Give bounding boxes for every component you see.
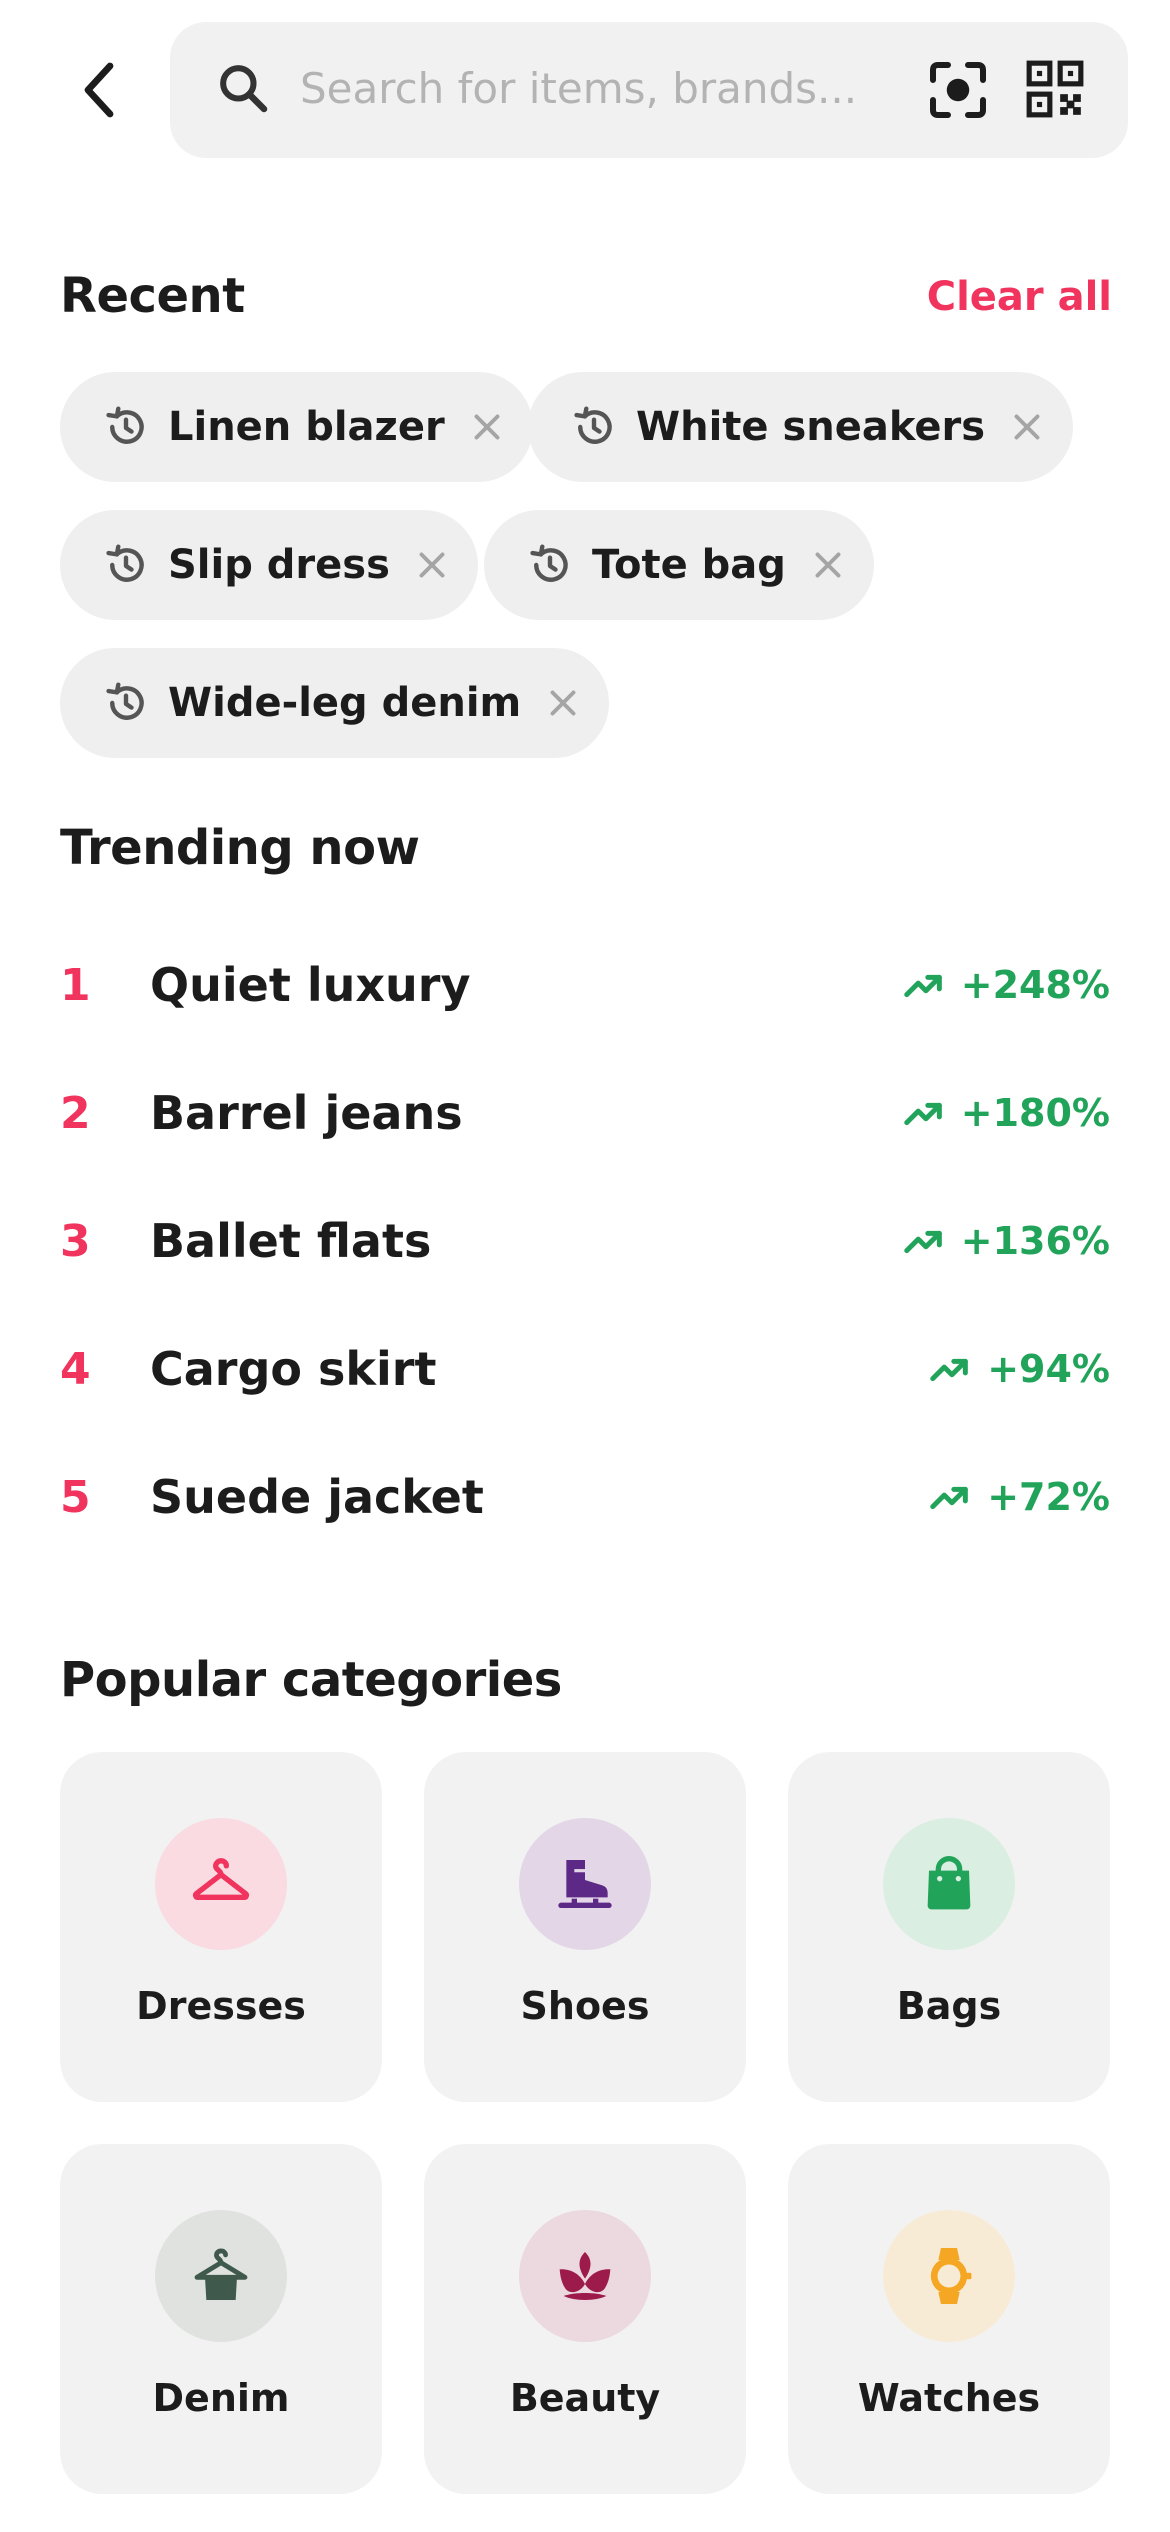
recent-chip-label: Linen blazer	[168, 404, 445, 450]
search-icon	[220, 65, 268, 113]
trending-up-icon	[904, 974, 942, 998]
trending-rank: 3	[60, 1215, 91, 1267]
recent-chip[interactable]: Tote bag	[484, 510, 874, 620]
trending-up-icon	[930, 1486, 969, 1510]
trending-name: Ballet flats	[150, 1214, 432, 1268]
category-icon-bg	[883, 2210, 1015, 2342]
trending-item[interactable]: 1 Quiet luxury +248%	[60, 930, 1110, 1040]
category-icon-bg	[155, 2210, 287, 2342]
trending-change: +136%	[901, 1218, 1110, 1264]
category-label: Denim	[152, 2376, 290, 2420]
category-icon-bg	[155, 1818, 287, 1950]
category-card-watches[interactable]: Watches	[788, 2144, 1110, 2494]
history-icon	[530, 544, 568, 582]
popular-categories-title: Popular categories	[60, 1652, 562, 1708]
trending-item[interactable]: 4 Cargo skirt +94%	[60, 1314, 1110, 1424]
category-label: Shoes	[520, 1984, 650, 2028]
category-card-dresses[interactable]: Dresses	[60, 1752, 382, 2102]
shopping-bag-icon	[927, 1855, 971, 1910]
close-icon[interactable]	[469, 409, 505, 445]
trending-rank: 1	[60, 959, 91, 1011]
trending-change-value: +136%	[960, 1219, 1110, 1263]
recent-chip-label: Tote bag	[592, 542, 786, 588]
recent-chip-label: White sneakers	[636, 404, 986, 450]
category-icon-bg	[519, 2210, 651, 2342]
history-icon	[106, 682, 144, 720]
hanger-icon	[192, 1858, 250, 1900]
recent-title: Recent	[60, 268, 245, 324]
recent-chip[interactable]: White sneakers	[528, 372, 1074, 482]
category-card-beauty[interactable]: Beauty	[424, 2144, 746, 2494]
trending-name: Cargo skirt	[150, 1342, 437, 1396]
trending-change-value: +72%	[987, 1475, 1110, 1519]
category-label: Beauty	[509, 2376, 661, 2420]
trending-up-icon	[904, 1102, 942, 1126]
back-button[interactable]	[60, 50, 140, 130]
category-icon-bg	[519, 1818, 651, 1950]
history-icon	[106, 406, 144, 444]
recent-chip[interactable]: Linen blazer	[60, 372, 533, 482]
trending-change-value: +94%	[987, 1347, 1110, 1391]
trending-item[interactable]: 2 Barrel jeans +180%	[60, 1058, 1110, 1168]
trending-rank: 2	[60, 1087, 91, 1139]
trending-up-icon	[930, 1358, 969, 1382]
trending-change-value: +248%	[960, 963, 1110, 1007]
trending-change: +248%	[901, 962, 1110, 1008]
close-icon[interactable]	[1009, 409, 1045, 445]
trending-change: +94%	[927, 1346, 1110, 1392]
category-card-shoes[interactable]: Shoes	[424, 1752, 746, 2102]
trending-change: +180%	[901, 1090, 1110, 1136]
trending-title: Trending now	[60, 820, 420, 876]
trending-rank: 4	[60, 1343, 91, 1395]
trending-name: Suede jacket	[150, 1470, 484, 1524]
close-icon[interactable]	[810, 547, 846, 583]
trending-change-value: +180%	[960, 1091, 1110, 1135]
qr-code-icon[interactable]	[1024, 58, 1086, 120]
camera-scan-icon[interactable]	[928, 60, 988, 120]
category-label: Watches	[857, 2376, 1041, 2420]
watch-icon	[930, 2248, 972, 2304]
recent-chip-label: Wide-leg denim	[168, 680, 522, 726]
lotus-icon	[559, 2252, 611, 2300]
trending-name: Quiet luxury	[150, 958, 471, 1012]
close-icon[interactable]	[545, 685, 581, 721]
clear-all-button[interactable]: Clear all	[927, 274, 1112, 320]
trending-change: +72%	[927, 1474, 1110, 1520]
search-input[interactable]	[300, 56, 860, 120]
category-label: Dresses	[136, 1984, 306, 2028]
category-icon-bg	[883, 1818, 1015, 1950]
trending-item[interactable]: 5 Suede jacket +72%	[60, 1442, 1110, 1552]
close-icon[interactable]	[414, 547, 450, 583]
trending-name: Barrel jeans	[150, 1086, 463, 1140]
history-icon	[106, 544, 144, 582]
boot-icon	[558, 1860, 612, 1908]
recent-chip-label: Slip dress	[168, 542, 390, 588]
category-card-denim[interactable]: Denim	[60, 2144, 382, 2494]
hanger-shirt-icon	[194, 2248, 248, 2300]
category-label: Bags	[896, 1984, 1002, 2028]
recent-chip[interactable]: Slip dress	[60, 510, 478, 620]
chevron-left-icon	[84, 62, 114, 118]
trending-rank: 5	[60, 1471, 91, 1523]
category-card-bags[interactable]: Bags	[788, 1752, 1110, 2102]
trending-up-icon	[904, 1230, 942, 1254]
trending-item[interactable]: 3 Ballet flats +136%	[60, 1186, 1110, 1296]
recent-chip[interactable]: Wide-leg denim	[60, 648, 610, 758]
history-icon	[574, 406, 612, 444]
